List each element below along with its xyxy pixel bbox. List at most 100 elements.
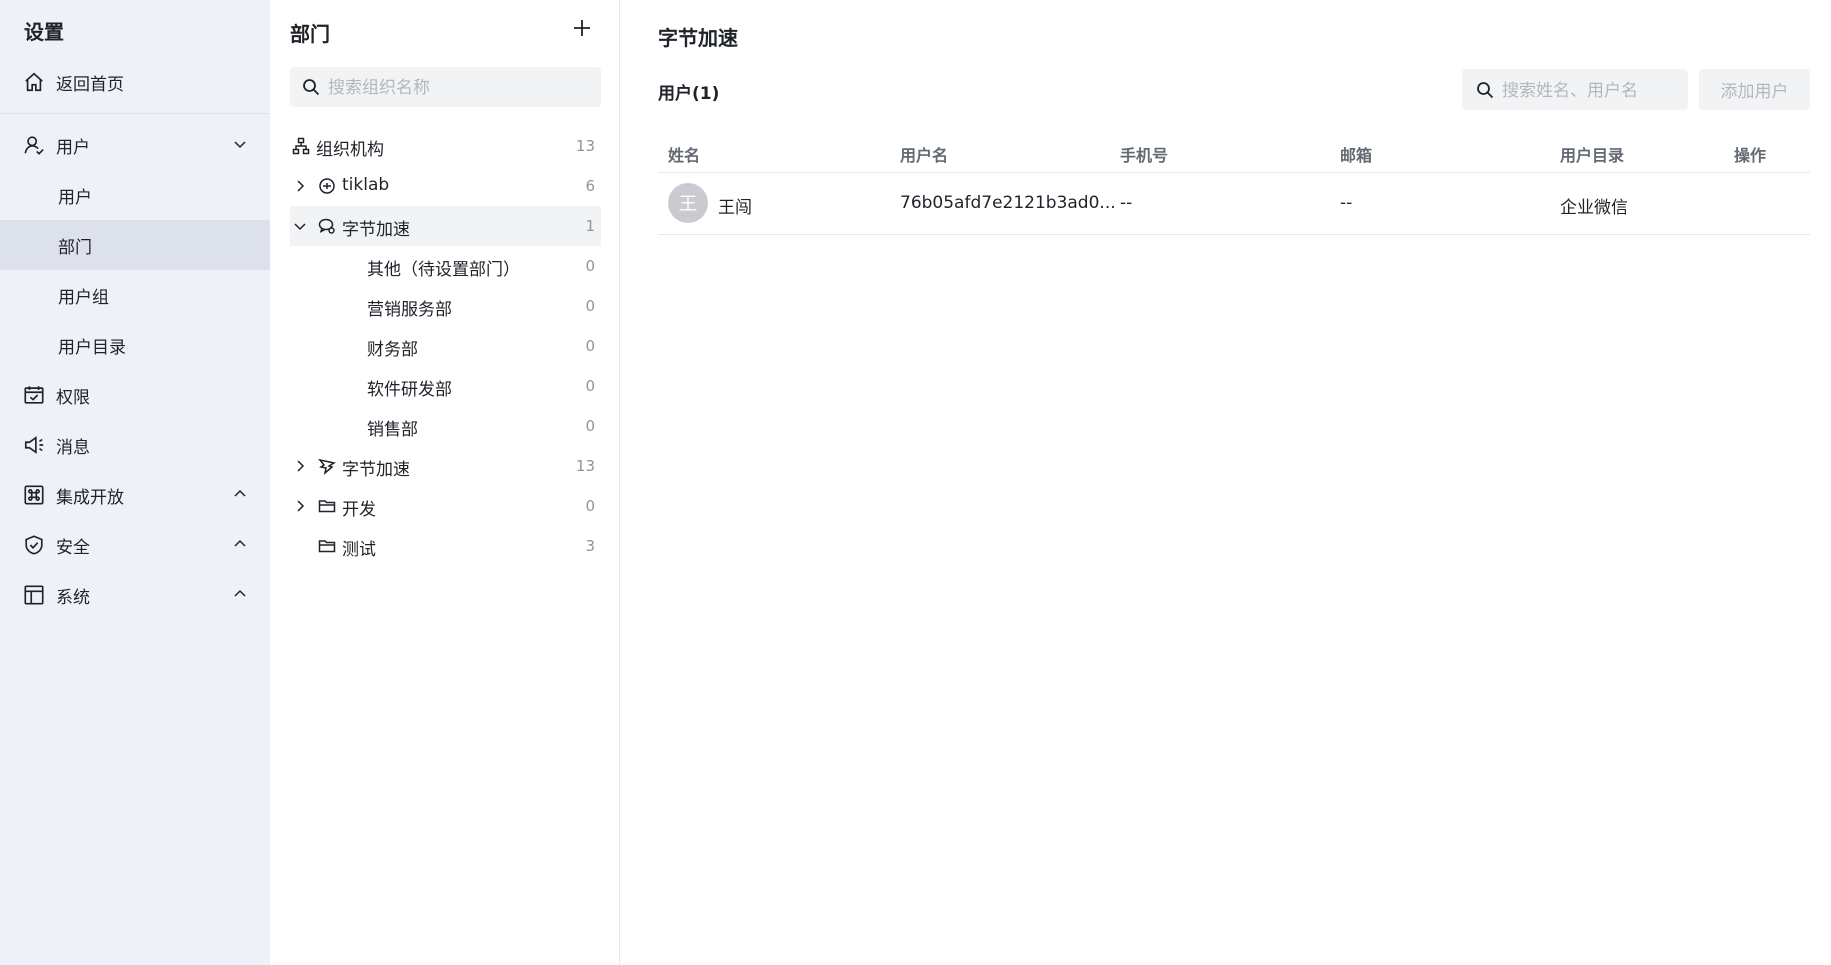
chevron-right-icon[interactable] xyxy=(293,499,307,513)
tree-item-count: 13 xyxy=(575,137,595,155)
chevron-up-icon xyxy=(234,489,246,497)
column-header-directory: 用户目录 xyxy=(1560,146,1625,165)
tiklab-logo-icon xyxy=(319,178,335,194)
table-header: 姓名 用户名 手机号 邮箱 用户目录 操作 xyxy=(658,130,1810,173)
tree-item-finance[interactable]: 财务部 0 xyxy=(290,326,601,366)
org-chart-icon xyxy=(292,137,310,155)
settings-app: 设置 返回首页 用户 用户 部门 用户组 用户目录 权限 消息 集成开放 安全 … xyxy=(0,0,1831,965)
folder-icon xyxy=(318,540,336,553)
wechat-icon xyxy=(318,218,335,234)
tree-item-org-root[interactable]: 组织机构 13 xyxy=(290,126,601,166)
add-department-button[interactable] xyxy=(571,17,593,39)
sidebar-item-messages[interactable]: 消息 xyxy=(0,420,270,470)
tree-item-other[interactable]: 其他（待设置部门） 0 xyxy=(290,246,601,286)
search-icon xyxy=(303,79,320,96)
sidebar-title: 设置 xyxy=(24,20,64,44)
tree-item-count: 0 xyxy=(585,417,595,435)
users-count-label: 用户(1) xyxy=(658,84,720,104)
tree-item-label: tiklab xyxy=(342,175,390,195)
sidebar-item-system[interactable]: 系统 xyxy=(0,570,270,620)
tree-item-label: 字节加速 xyxy=(342,220,410,240)
cell-phone: -- xyxy=(1120,193,1133,213)
tree-item-dev[interactable]: 开发 0 xyxy=(290,486,601,526)
column-header-actions: 操作 xyxy=(1734,146,1767,165)
user-search-input[interactable] xyxy=(1500,69,1684,112)
sidebar-item-departments[interactable]: 部门 xyxy=(0,220,270,270)
search-icon xyxy=(1477,82,1494,99)
user-search xyxy=(1462,69,1688,112)
department-panel: 部门 组织机构 13 tiklab 6 字节加速 1 其他（待设置部门） 0 xyxy=(270,0,620,965)
tree-item-label: 组织机构 xyxy=(316,140,384,160)
tree-item-tiklab[interactable]: tiklab 6 xyxy=(290,166,601,206)
tree-item-count: 3 xyxy=(585,537,595,555)
department-search xyxy=(290,67,601,109)
chevron-right-icon[interactable] xyxy=(293,459,307,473)
shield-icon xyxy=(25,535,43,555)
tree-item-rnd[interactable]: 软件研发部 0 xyxy=(290,366,601,406)
sidebar-item-user-groups[interactable]: 用户组 xyxy=(0,270,270,320)
column-header-email: 邮箱 xyxy=(1340,146,1373,165)
sidebar-item-label: 返回首页 xyxy=(56,74,124,95)
chevron-down-icon[interactable] xyxy=(293,219,307,233)
tree-item-count: 0 xyxy=(585,377,595,395)
department-search-input[interactable] xyxy=(326,67,590,109)
user-icon xyxy=(24,136,44,155)
sidebar-item-label: 用户目录 xyxy=(58,337,126,358)
sidebar-item-security[interactable]: 安全 xyxy=(0,520,270,570)
chevron-up-icon xyxy=(234,539,246,547)
table-row[interactable]: 王 王闯 76b05afd7e2121b3ad0... -- -- 企业微信 xyxy=(658,173,1810,235)
chevron-down-icon xyxy=(234,141,246,149)
sidebar-item-label: 用户 xyxy=(58,187,92,208)
tree-item-label: 财务部 xyxy=(367,340,418,360)
sidebar-item-user-directory[interactable]: 用户目录 xyxy=(0,320,270,370)
sidebar-item-permissions[interactable]: 权限 xyxy=(0,370,270,420)
sidebar-item-label: 用户组 xyxy=(58,287,109,308)
avatar: 王 xyxy=(668,183,708,223)
layout-icon xyxy=(24,585,44,605)
sidebar-item-label: 权限 xyxy=(56,387,90,408)
tree-item-label: 其他（待设置部门） xyxy=(367,260,520,280)
column-header-username: 用户名 xyxy=(900,146,949,165)
cell-name: 王闯 xyxy=(718,198,752,218)
home-icon xyxy=(25,72,43,92)
tree-item-sales[interactable]: 销售部 0 xyxy=(290,406,601,446)
chevron-right-icon[interactable] xyxy=(293,179,307,193)
tree-item-marketing[interactable]: 营销服务部 0 xyxy=(290,286,601,326)
cell-email: -- xyxy=(1340,193,1353,213)
sidebar: 设置 返回首页 用户 用户 部门 用户组 用户目录 权限 消息 集成开放 安全 … xyxy=(0,0,270,965)
sidebar-item-label: 消息 xyxy=(56,437,90,458)
sidebar-item-home[interactable]: 返回首页 xyxy=(0,57,270,107)
cell-username: 76b05afd7e2121b3ad0... xyxy=(900,193,1116,213)
add-user-button[interactable]: 添加用户 xyxy=(1699,69,1810,110)
main-content: 字节加速 用户(1) 添加用户 姓名 用户名 手机号 邮箱 用户目录 操作 王 … xyxy=(620,0,1831,965)
sidebar-item-label: 集成开放 xyxy=(56,487,124,508)
sidebar-item-users[interactable]: 用户 xyxy=(0,170,270,220)
tree-item-count: 0 xyxy=(585,257,595,275)
tree-item-test[interactable]: 测试 3 xyxy=(290,526,601,566)
calendar-check-icon xyxy=(24,386,44,404)
tree-item-zijiejiasu-wechat[interactable]: 字节加速 1 xyxy=(290,206,601,246)
sidebar-divider xyxy=(0,113,270,114)
sidebar-item-label: 系统 xyxy=(56,587,90,608)
tree-item-count: 13 xyxy=(575,457,595,475)
tree-item-label: 开发 xyxy=(342,500,376,520)
sidebar-item-label: 安全 xyxy=(56,537,90,558)
tree-item-label: 测试 xyxy=(342,540,376,560)
cell-directory: 企业微信 xyxy=(1560,198,1628,218)
chevron-up-icon xyxy=(234,589,246,597)
sidebar-item-users-group[interactable]: 用户 xyxy=(0,120,270,170)
sidebar-item-label: 部门 xyxy=(58,237,92,258)
tree-item-label: 销售部 xyxy=(367,420,418,440)
tree-item-zijiejiasu-dingtalk[interactable]: 字节加速 13 xyxy=(290,446,601,486)
folder-icon xyxy=(318,500,336,513)
dingtalk-icon xyxy=(318,458,336,475)
tree-item-label: 软件研发部 xyxy=(367,380,452,400)
tree-item-count: 0 xyxy=(585,497,595,515)
department-panel-title: 部门 xyxy=(290,22,330,46)
page-title: 字节加速 xyxy=(658,26,738,50)
tree-item-count: 0 xyxy=(585,337,595,355)
sidebar-item-integration[interactable]: 集成开放 xyxy=(0,470,270,520)
column-header-phone: 手机号 xyxy=(1120,146,1169,165)
tree-item-label: 字节加速 xyxy=(342,460,410,480)
tree-item-count: 1 xyxy=(585,217,595,235)
